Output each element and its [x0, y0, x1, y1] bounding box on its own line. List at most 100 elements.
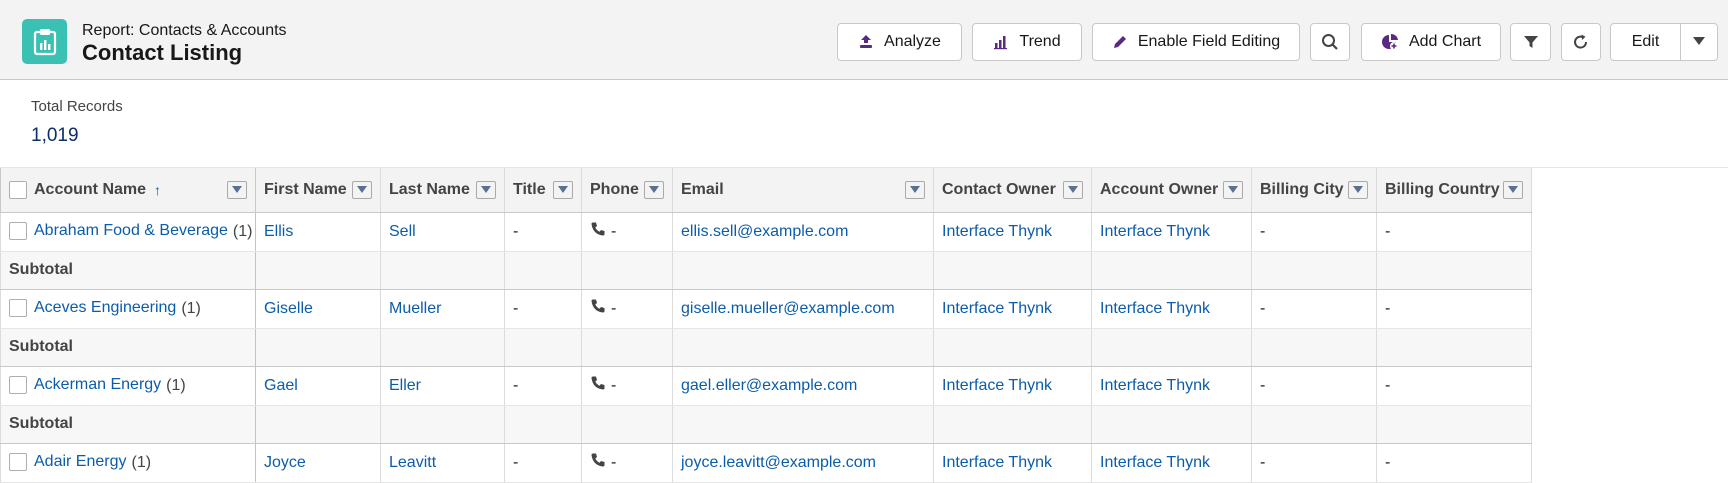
- column-menu-button[interactable]: [1223, 180, 1243, 199]
- enable-field-editing-button[interactable]: Enable Field Editing: [1092, 23, 1300, 61]
- select-all-checkbox[interactable]: [9, 180, 27, 199]
- report-type-label: Report: Contacts & Accounts: [82, 22, 287, 39]
- first-name-link[interactable]: Ellis: [264, 223, 293, 240]
- table-row: Adair Energy (1) Joyce Leavitt - - joyce.…: [0, 443, 1532, 483]
- phone-value: -: [611, 299, 617, 317]
- filter-button[interactable]: [1510, 23, 1551, 61]
- subtotal-label: Subtotal: [0, 405, 256, 444]
- billing-city-cell: -: [1251, 366, 1377, 406]
- column-header-last-name[interactable]: Last Name: [380, 168, 505, 213]
- column-header-billing-country[interactable]: Billing Country: [1376, 168, 1532, 213]
- column-label: Account Name: [34, 180, 147, 198]
- column-header-phone[interactable]: Phone: [581, 168, 673, 213]
- column-menu-button[interactable]: [905, 180, 925, 199]
- trend-label: Trend: [1019, 33, 1061, 50]
- first-name-link[interactable]: Joyce: [264, 454, 306, 471]
- row-checkbox[interactable]: [9, 222, 27, 241]
- analyze-icon: [858, 34, 874, 50]
- account-link[interactable]: Abraham Food & Beverage: [34, 223, 228, 240]
- row-checkbox[interactable]: [9, 299, 27, 318]
- account-link[interactable]: Ackerman Energy: [34, 377, 161, 394]
- column-header-email[interactable]: Email: [672, 168, 934, 213]
- column-label: Account Owner: [1100, 180, 1219, 198]
- group-count: (1): [166, 376, 186, 394]
- phone-icon: [590, 221, 606, 242]
- account-link[interactable]: Aceves Engineering: [34, 300, 176, 317]
- email-link[interactable]: joyce.leavitt@example.com: [681, 454, 876, 471]
- column-label: Last Name: [389, 180, 470, 198]
- phone-icon: [590, 452, 606, 473]
- contact-owner-link[interactable]: Interface Thynk: [942, 223, 1052, 240]
- last-name-link[interactable]: Sell: [389, 223, 416, 240]
- group-count: (1): [131, 453, 152, 471]
- row-checkbox[interactable]: [9, 453, 27, 472]
- pencil-icon: [1112, 34, 1128, 50]
- refresh-button[interactable]: [1561, 23, 1601, 61]
- last-name-link[interactable]: Mueller: [389, 300, 441, 317]
- subtotal-row: Subtotal: [0, 328, 1532, 367]
- column-menu-button[interactable]: [352, 180, 372, 199]
- table-header-row: Account Name ↑ First Name Last Name Titl…: [0, 168, 1532, 213]
- table-row: Ackerman Energy (1) Gael Eller - - gael.e…: [0, 366, 1532, 406]
- last-name-link[interactable]: Eller: [389, 377, 421, 394]
- first-name-link[interactable]: Giselle: [264, 300, 313, 317]
- add-chart-button[interactable]: Add Chart: [1361, 23, 1501, 61]
- edit-menu-button[interactable]: [1681, 24, 1717, 60]
- column-header-first-name[interactable]: First Name: [255, 168, 381, 213]
- title-cell: -: [504, 366, 582, 406]
- group-count: (1): [181, 299, 201, 317]
- account-name-cell: Adair Energy (1): [0, 443, 256, 483]
- title-cell: -: [504, 289, 582, 329]
- billing-country-cell: -: [1376, 289, 1532, 329]
- email-link[interactable]: giselle.mueller@example.com: [681, 300, 895, 317]
- column-menu-button[interactable]: [553, 180, 573, 199]
- contact-owner-link[interactable]: Interface Thynk: [942, 300, 1052, 317]
- analyze-button[interactable]: Analyze: [837, 23, 962, 61]
- account-owner-link[interactable]: Interface Thynk: [1100, 377, 1210, 394]
- column-header-account-owner[interactable]: Account Owner: [1091, 168, 1252, 213]
- billing-country-cell: -: [1376, 212, 1532, 252]
- billing-city-cell: -: [1251, 443, 1377, 483]
- subtotal-label: Subtotal: [0, 251, 256, 290]
- account-name-cell: Ackerman Energy (1): [0, 366, 256, 406]
- trend-button[interactable]: Trend: [972, 23, 1082, 61]
- contact-owner-link[interactable]: Interface Thynk: [942, 377, 1052, 394]
- column-menu-button[interactable]: [644, 180, 664, 199]
- add-chart-label: Add Chart: [1408, 33, 1482, 50]
- title-cell: -: [504, 212, 582, 252]
- column-menu-button[interactable]: [1063, 180, 1083, 199]
- column-header-title[interactable]: Title: [504, 168, 582, 213]
- account-owner-link[interactable]: Interface Thynk: [1100, 454, 1210, 471]
- subtotal-label: Subtotal: [0, 328, 256, 367]
- email-link[interactable]: ellis.sell@example.com: [681, 223, 848, 240]
- account-owner-link[interactable]: Interface Thynk: [1100, 223, 1210, 240]
- first-name-link[interactable]: Gael: [264, 377, 298, 394]
- row-checkbox[interactable]: [9, 376, 27, 395]
- enable-field-editing-label: Enable Field Editing: [1137, 33, 1281, 50]
- table-row: Aceves Engineering (1) Giselle Mueller - …: [0, 289, 1532, 329]
- column-label: First Name: [264, 180, 347, 198]
- account-owner-link[interactable]: Interface Thynk: [1100, 300, 1210, 317]
- contact-owner-link[interactable]: Interface Thynk: [942, 454, 1052, 471]
- column-header-contact-owner[interactable]: Contact Owner: [933, 168, 1092, 213]
- column-menu-button[interactable]: [227, 180, 247, 199]
- search-button[interactable]: [1310, 23, 1350, 61]
- column-menu-button[interactable]: [476, 180, 496, 199]
- phone-value: -: [611, 222, 617, 240]
- last-name-link[interactable]: Leavitt: [389, 454, 436, 471]
- total-records-value: 1,019: [31, 125, 79, 146]
- page-title: Contact Listing: [82, 40, 243, 65]
- column-label: Contact Owner: [942, 180, 1056, 198]
- billing-country-cell: -: [1376, 366, 1532, 406]
- email-link[interactable]: gael.eller@example.com: [681, 377, 857, 394]
- column-header-account-name[interactable]: Account Name ↑: [0, 168, 256, 213]
- account-link[interactable]: Adair Energy: [34, 454, 127, 471]
- column-menu-button[interactable]: [1503, 180, 1523, 199]
- phone-icon: [590, 298, 606, 319]
- column-menu-button[interactable]: [1348, 180, 1368, 199]
- edit-button[interactable]: Edit: [1611, 24, 1681, 60]
- column-header-billing-city[interactable]: Billing City: [1251, 168, 1377, 213]
- edit-button-group: Edit: [1610, 23, 1718, 61]
- account-name-cell: Abraham Food & Beverage (1): [0, 212, 256, 252]
- trend-icon: [993, 34, 1009, 50]
